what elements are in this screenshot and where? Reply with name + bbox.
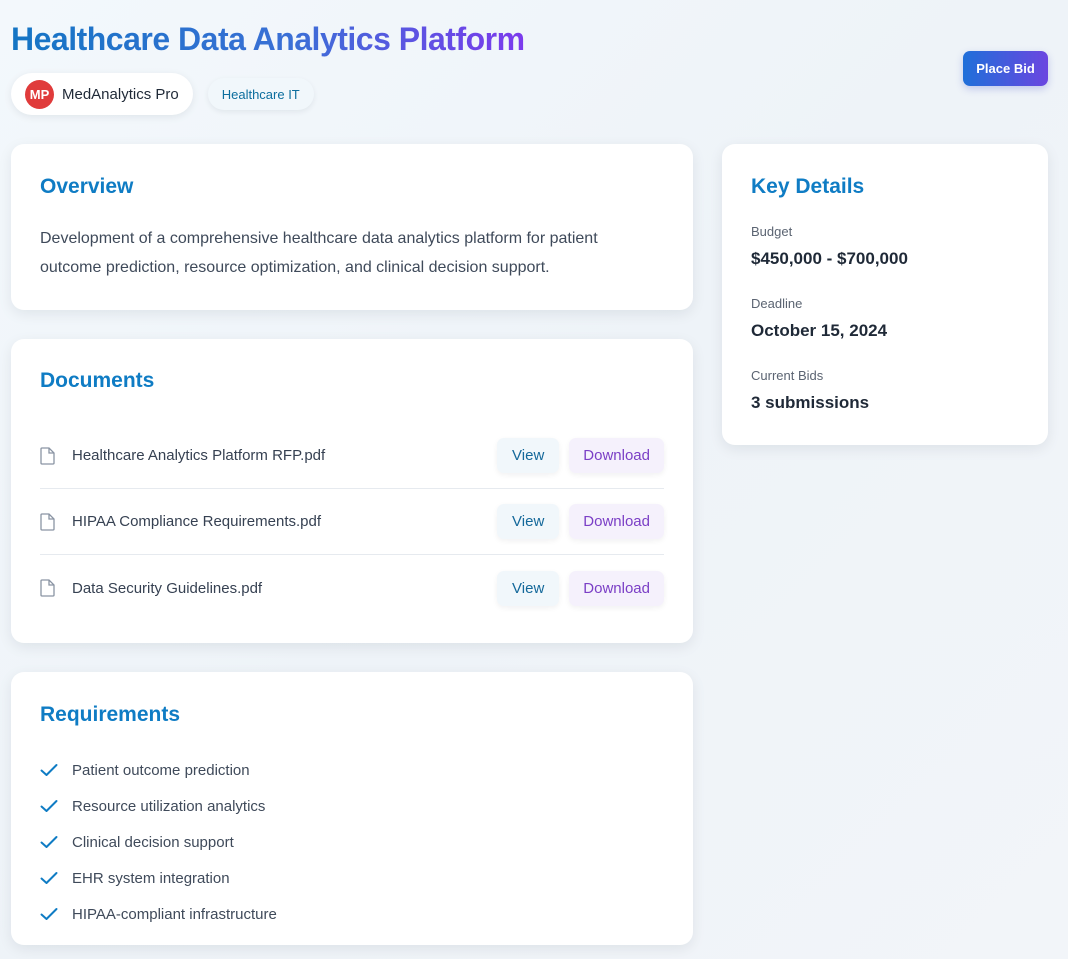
requirements-list: Patient outcome prediction Resource util… [40, 752, 277, 932]
document-row: Data Security Guidelines.pdf View Downlo… [40, 555, 664, 621]
page-header: Healthcare Data Analytics Platform MP Me… [11, 18, 1048, 115]
page-title: Healthcare Data Analytics Platform [11, 18, 525, 60]
list-item: Patient outcome prediction [40, 752, 277, 788]
overview-card: Overview Development of a comprehensive … [11, 144, 693, 310]
overview-text: Development of a comprehensive healthcar… [40, 230, 598, 276]
file-icon [40, 512, 55, 531]
document-name: Data Security Guidelines.pdf [72, 579, 263, 597]
requirement-text: Resource utilization analytics [72, 797, 266, 815]
meta-row: MP MedAnalytics Pro Healthcare IT [11, 73, 314, 115]
place-bid-button[interactable]: Place Bid [963, 51, 1048, 86]
documents-heading: Documents [40, 369, 155, 392]
document-list: Healthcare Analytics Platform RFP.pdf Vi… [40, 423, 664, 621]
download-button[interactable]: Download [569, 438, 664, 473]
documents-card: Documents Healthcare Analytics Platform … [11, 339, 693, 643]
bids-group: Current Bids 3 submissions [751, 368, 869, 413]
overview-heading: Overview [40, 175, 134, 198]
budget-group: Budget $450,000 - $700,000 [751, 224, 908, 269]
file-icon [40, 579, 55, 597]
avatar: MP [25, 79, 54, 109]
deadline-value: October 15, 2024 [751, 321, 888, 340]
check-icon [40, 836, 58, 848]
check-icon [40, 908, 58, 920]
organization-badge[interactable]: MP MedAnalytics Pro [11, 73, 193, 115]
file-icon [40, 446, 55, 465]
document-row: HIPAA Compliance Requirements.pdf View D… [40, 489, 664, 555]
requirement-text: Clinical decision support [72, 833, 234, 851]
budget-value: $450,000 - $700,000 [751, 249, 908, 268]
bids-value: 3 submissions [751, 393, 870, 412]
key-details-card: Key Details Budget $450,000 - $700,000 D… [722, 144, 1048, 445]
requirement-text: Patient outcome prediction [72, 761, 250, 779]
list-item: EHR system integration [40, 860, 277, 896]
requirement-text: HIPAA-compliant infrastructure [72, 905, 277, 923]
deadline-group: Deadline October 15, 2024 [751, 296, 887, 341]
check-icon [40, 800, 58, 812]
view-button[interactable]: View [497, 438, 560, 473]
view-button[interactable]: View [497, 504, 560, 539]
check-icon [40, 872, 58, 884]
document-name: Healthcare Analytics Platform RFP.pdf [72, 447, 326, 464]
bids-label: Current Bids [751, 368, 824, 383]
document-name: HIPAA Compliance Requirements.pdf [72, 513, 322, 530]
list-item: Resource utilization analytics [40, 788, 277, 824]
list-item: Clinical decision support [40, 824, 277, 860]
requirement-text: EHR system integration [72, 869, 230, 887]
document-row: Healthcare Analytics Platform RFP.pdf Vi… [40, 423, 664, 489]
key-details-heading: Key Details [751, 175, 865, 198]
view-button[interactable]: View [497, 570, 560, 606]
category-tag[interactable]: Healthcare IT [207, 78, 314, 110]
download-button[interactable]: Download [569, 504, 664, 539]
requirements-card: Requirements Patient outcome prediction … [11, 672, 693, 945]
organization-name: MedAnalytics Pro [62, 85, 179, 103]
check-icon [40, 764, 58, 776]
download-button[interactable]: Download [569, 570, 664, 606]
budget-label: Budget [751, 224, 793, 239]
deadline-label: Deadline [751, 296, 803, 311]
requirements-heading: Requirements [40, 703, 181, 726]
list-item: HIPAA-compliant infrastructure [40, 896, 277, 932]
